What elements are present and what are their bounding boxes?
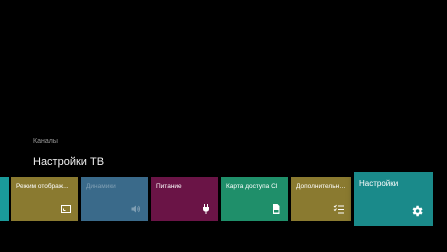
tile-label: Дополнительны... xyxy=(296,183,347,190)
tile-power[interactable]: Питание xyxy=(151,177,218,221)
aspect-ratio-icon xyxy=(60,203,72,215)
tile-label: Режим отображ... xyxy=(16,183,69,190)
tile-label: Питание xyxy=(156,183,182,190)
tile-previous-partial[interactable] xyxy=(0,177,9,221)
power-plug-icon xyxy=(200,203,212,215)
tile-additional[interactable]: Дополнительны... xyxy=(291,177,351,221)
tile-settings[interactable]: Настройки xyxy=(354,172,433,226)
tile-label: Динамики xyxy=(86,183,116,190)
breadcrumb: Каналы xyxy=(33,138,58,145)
page-title: Настройки ТВ xyxy=(33,156,105,168)
tile-label: Карта доступа CI xyxy=(226,183,278,190)
checklist-icon xyxy=(333,203,345,215)
tile-label: Настройки xyxy=(359,179,399,188)
speaker-icon xyxy=(130,203,142,215)
tile-speakers: Динамики xyxy=(81,177,148,221)
gear-icon xyxy=(410,204,424,218)
sd-card-icon xyxy=(270,203,282,215)
tile-display-mode[interactable]: Режим отображ... xyxy=(11,177,78,221)
tile-ci-card[interactable]: Карта доступа CI xyxy=(221,177,288,221)
